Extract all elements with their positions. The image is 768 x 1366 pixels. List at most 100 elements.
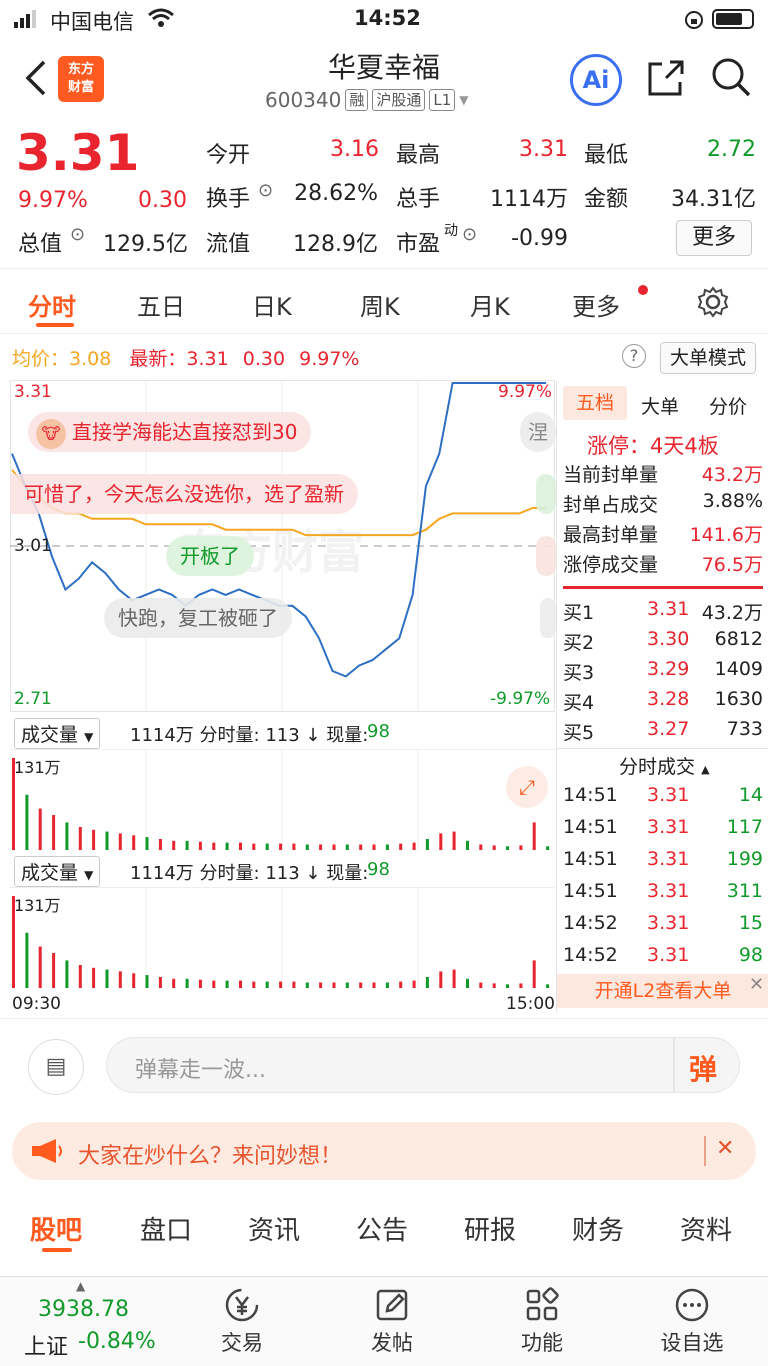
nav-watchlist[interactable]: 设自选 [642, 1287, 742, 1357]
latest-value: 3.31 [186, 348, 229, 370]
comment-input[interactable]: 弹幕走一波... 弹 [106, 1037, 740, 1093]
connect-tag: 沪股通 [372, 89, 426, 111]
ai-button[interactable]: Ai [570, 54, 622, 106]
volume-bar [225, 980, 229, 988]
float-cap-value: 128.9亿 [293, 232, 378, 257]
close-icon[interactable]: ✕ [749, 974, 764, 995]
chevron-down-icon[interactable]: ▼ [459, 93, 468, 107]
tab-daily-k[interactable]: 日K [252, 287, 292, 322]
danmaku-settings-icon[interactable]: ▤ [28, 1039, 84, 1095]
tab-monthly-k[interactable]: 月K [470, 287, 510, 322]
amount-label: 金额 [584, 187, 629, 212]
volume-label: 总手 [396, 187, 441, 212]
high-value: 3.31 [519, 137, 568, 162]
volume-bar [118, 971, 122, 988]
danmaku-bubble-partial [536, 474, 556, 514]
volume-bar [372, 982, 376, 988]
axis-top-pct: 9.97% [498, 382, 553, 402]
limit-up-label: 涨停：4天4板 [587, 434, 719, 458]
tick-row: 14:52 3.31 98 [563, 944, 763, 966]
volume-bar [479, 982, 483, 988]
bottom-nav: ▲ 3938.78 上证 -0.84% 交易 发帖 功能 设自选 [0, 1276, 768, 1366]
tick-row: 14:51 3.31 14 [563, 784, 763, 806]
time-end: 15:00 [506, 994, 555, 1014]
tab-profile[interactable]: 资料 [680, 1210, 732, 1247]
send-danmaku-button[interactable]: 弹 [689, 1048, 717, 1088]
nav-trade[interactable]: 交易 [192, 1287, 292, 1357]
high-label: 最高 [396, 143, 441, 168]
info-icon[interactable]: ⊙ [70, 224, 85, 245]
l2-upgrade-banner[interactable]: 开通L2查看大单 [557, 974, 768, 1008]
volume-chart [12, 888, 550, 988]
tab-finance[interactable]: 财务 [572, 1210, 624, 1247]
nav-functions[interactable]: 功能 [492, 1287, 592, 1357]
tab-more[interactable]: 更多 [572, 287, 620, 322]
volume-bar [519, 845, 523, 850]
volume-bar [332, 982, 336, 988]
volume-bar [185, 978, 189, 988]
tab-handicap[interactable]: 盘口 [140, 1210, 192, 1247]
carrier: 中国电信 [50, 10, 134, 34]
tab-intraday[interactable]: 分时 [28, 287, 76, 322]
volume-bar [292, 843, 296, 850]
market-cap-label: 总值 [18, 232, 63, 257]
yen-icon [225, 1288, 259, 1322]
indicator-selector[interactable]: 成交量 ▼ [14, 856, 101, 887]
signal-icon [14, 8, 36, 28]
indicator-selector[interactable]: 成交量 ▼ [14, 718, 101, 749]
volume-bar [372, 844, 376, 850]
big-order-mode-button[interactable]: 大单模式 [660, 342, 756, 374]
volume-bar [546, 846, 550, 850]
volume-bar [399, 843, 403, 850]
volume-bar [279, 981, 283, 988]
avg-label: 均价： [12, 348, 70, 370]
volume-bar [532, 822, 536, 850]
axis-bottom-price: 2.71 [14, 689, 52, 709]
tab-five-levels[interactable]: 五档 [563, 386, 627, 420]
share-icon[interactable] [646, 58, 686, 98]
pe-sup: 动 [444, 223, 458, 239]
expand-icon[interactable]: ⤢ [506, 766, 548, 808]
margin-tag: 融 [345, 89, 369, 111]
settings-icon[interactable] [696, 285, 730, 319]
index-name[interactable]: 上证 [24, 1329, 68, 1361]
volume-bar [105, 969, 109, 988]
axis-mid-price: 3.01 [14, 536, 52, 556]
help-icon[interactable]: ? [622, 344, 646, 368]
apps-icon [526, 1287, 559, 1321]
tab-announcements[interactable]: 公告 [356, 1210, 408, 1247]
promo-banner[interactable]: 大家在炒什么？来问妙想！ ✕ [12, 1122, 756, 1180]
edit-icon [376, 1289, 408, 1321]
tab-news[interactable]: 资讯 [248, 1210, 300, 1247]
more-button[interactable]: 更多 [676, 220, 752, 256]
index-change[interactable]: -0.84% [78, 1329, 156, 1354]
tab-5day[interactable]: 五日 [137, 287, 185, 322]
info-icon[interactable]: ⊙ [462, 224, 477, 245]
quote-panel: 3.31 9.97% 0.30 今开 3.16 最高 3.31 最低 2.72 … [0, 120, 768, 265]
volume-bar [305, 844, 309, 850]
volume-bar [212, 842, 216, 850]
tick-row: 14:51 3.31 117 [563, 816, 763, 838]
volume-bar [78, 965, 82, 988]
close-icon[interactable]: ✕ [716, 1136, 734, 1161]
volume-bar [292, 981, 296, 988]
danmaku-bubble: 可惜了，今天怎么没选你，选了盈新 [10, 474, 358, 514]
volume-bar [399, 981, 403, 988]
info-icon[interactable]: ⊙ [258, 180, 273, 201]
search-icon[interactable] [710, 56, 752, 98]
ticks-title[interactable]: 分时成交 ▲ [619, 752, 710, 779]
tab-research[interactable]: 研报 [464, 1210, 516, 1247]
index-value[interactable]: 3938.78 [38, 1297, 129, 1322]
volume-bar [332, 844, 336, 850]
tab-guba[interactable]: 股吧 [30, 1210, 82, 1247]
volume-bar [265, 981, 269, 988]
nav-post[interactable]: 发帖 [342, 1287, 442, 1357]
tab-big-order[interactable]: 大单 [641, 392, 679, 419]
tab-weekly-k[interactable]: 周K [360, 287, 400, 322]
amount-value: 34.31亿 [671, 187, 756, 212]
volume-bar [92, 829, 96, 850]
tab-price-distribution[interactable]: 分价 [709, 392, 747, 419]
volume-bar [425, 977, 429, 988]
volume-summary: 1114万 分时量: 113 ↓ 现量: [130, 863, 369, 884]
axis-top-price: 3.31 [14, 382, 52, 402]
